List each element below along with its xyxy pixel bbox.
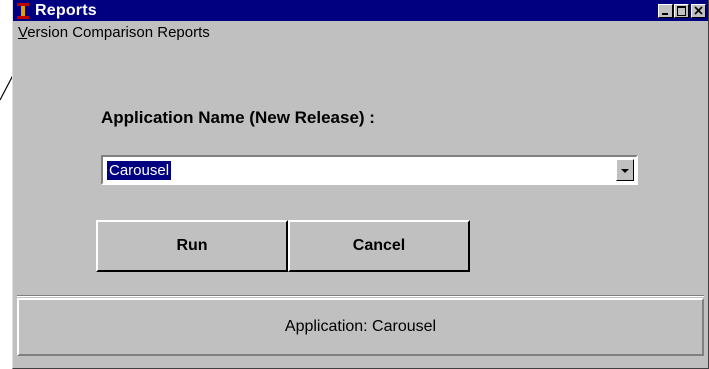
close-button[interactable] — [691, 3, 706, 18]
status-bar: Application: Carousel — [17, 298, 704, 356]
status-text: Application: Carousel — [284, 318, 437, 335]
menu-version-comparison-reports[interactable]: Version Comparison Reports — [18, 24, 210, 41]
cancel-button[interactable]: Cancel — [288, 220, 470, 272]
title-bar[interactable]: Reports — [13, 0, 708, 21]
maximize-icon — [677, 5, 686, 16]
menu-item-label: ersion Comparison Reports — [27, 23, 210, 41]
reports-window: Reports Version Comparison Reports Appli… — [12, 0, 709, 369]
close-icon — [694, 5, 703, 15]
application-name-combobox[interactable]: Carousel — [101, 155, 638, 185]
minimize-icon — [662, 12, 668, 15]
combobox-selected-value: Carousel — [107, 161, 172, 180]
minimize-button[interactable] — [658, 3, 673, 18]
menu-mnemonic: V — [18, 23, 28, 41]
maximize-button[interactable] — [674, 3, 689, 18]
menu-bar: Version Comparison Reports — [13, 21, 708, 43]
window-title: Reports — [35, 1, 97, 19]
divider — [17, 295, 704, 297]
app-icon — [16, 2, 30, 19]
run-button[interactable]: Run — [96, 220, 288, 272]
dropdown-arrow-icon[interactable] — [616, 159, 634, 181]
application-name-label: Application Name (New Release) : — [101, 108, 375, 127]
